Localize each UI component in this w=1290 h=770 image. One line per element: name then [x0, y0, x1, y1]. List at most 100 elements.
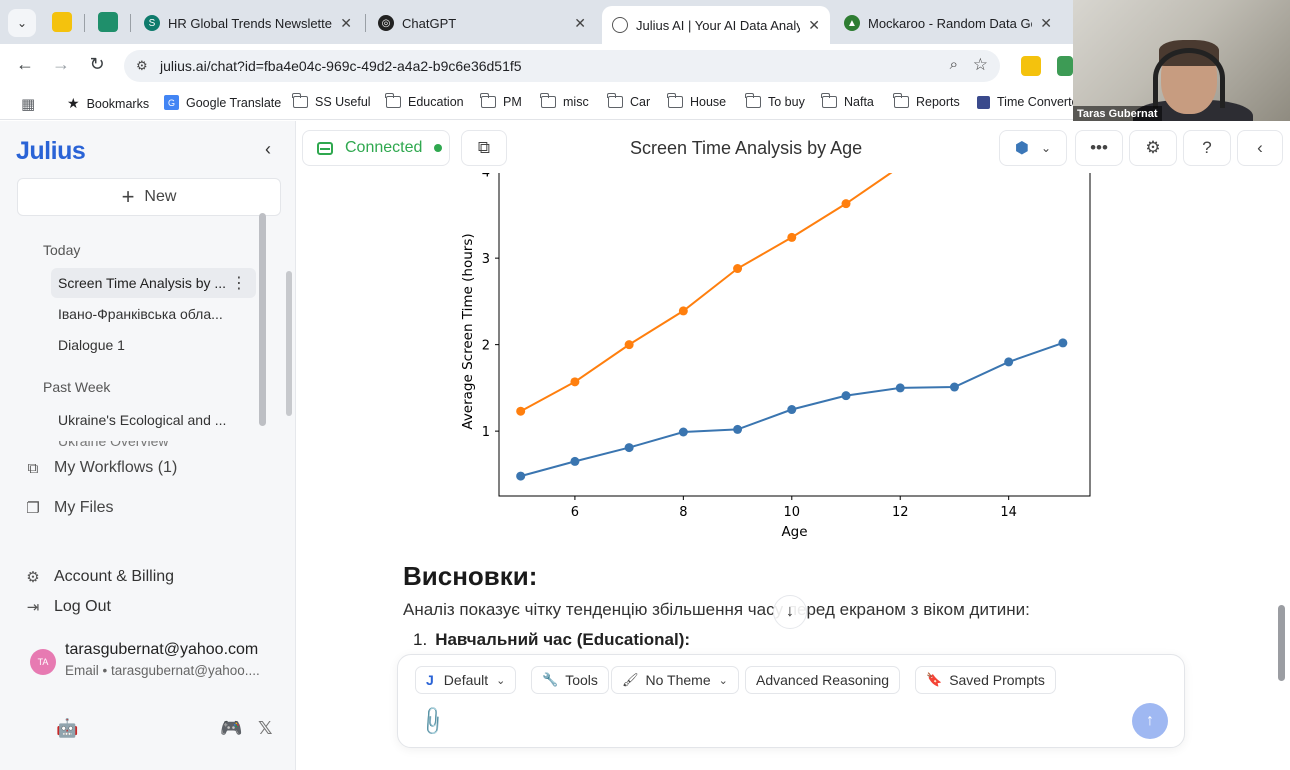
bookmark-star-icon[interactable]: ☆: [973, 55, 988, 75]
tab-julius[interactable]: Julius AI | Your AI Data Analyst ✕: [602, 6, 830, 44]
extension-icon[interactable]: [1057, 56, 1073, 76]
data-point: [516, 406, 526, 416]
language-select[interactable]: ⬢ ⌄: [999, 130, 1067, 166]
advanced-reasoning-toggle[interactable]: Advanced Reasoning: [745, 666, 901, 694]
webcam-overlay: Taras Gubernat: [1073, 0, 1290, 122]
help-chat-icon: ?: [1202, 138, 1212, 157]
x-twitter-icon[interactable]: 𝕏: [258, 718, 273, 739]
extension-keep-icon[interactable]: [1021, 56, 1041, 76]
close-tab-icon[interactable]: ✕: [340, 15, 352, 32]
more-button[interactable]: •••: [1075, 130, 1123, 166]
connection-status-button[interactable]: Connected: [302, 130, 450, 166]
my-workflows-link[interactable]: ⧉ My Workflows (1): [23, 459, 178, 477]
history-item[interactable]: Ukraine's Ecological and ...: [58, 412, 226, 428]
folder-icon: [667, 93, 683, 108]
url-field[interactable]: ⚙ julius.ai/chat?id=fba4e04c-969c-49d2-a…: [124, 50, 1000, 82]
bookmark-folder[interactable]: SS Useful: [292, 93, 371, 109]
logout-icon: ⇥: [26, 599, 40, 616]
bookmark-google-translate[interactable]: G Google Translate: [164, 95, 281, 110]
bookmark-icon: 🔖: [926, 672, 943, 687]
collapse-sidebar-icon[interactable]: ‹: [265, 139, 271, 160]
bookmark-folder[interactable]: To buy: [745, 93, 805, 109]
chevron-left-icon: ‹: [1257, 138, 1263, 157]
theme-select[interactable]: 🖌 No Theme ⌄: [611, 666, 739, 694]
x-tick-label: 8: [679, 505, 687, 520]
bookmark-folder[interactable]: Nafta: [821, 93, 874, 109]
data-point: [624, 340, 634, 350]
bookmark-folder[interactable]: Reports: [893, 93, 960, 109]
model-select[interactable]: J Default ⌄: [415, 666, 517, 694]
data-point: [1058, 338, 1068, 348]
saved-prompts-button[interactable]: 🔖 Saved Prompts: [915, 666, 1056, 694]
my-files-link[interactable]: ❐ My Files: [23, 499, 113, 517]
history-scrollbar[interactable]: [259, 213, 266, 426]
timeconverter-icon: [977, 95, 990, 109]
content-scrollbar[interactable]: [1278, 605, 1285, 681]
copy-button[interactable]: ⧉: [461, 130, 507, 166]
conclusions-heading: Висновки:: [403, 561, 538, 591]
data-point: [787, 232, 797, 242]
julius-logo[interactable]: Julius: [16, 137, 86, 166]
data-point: [733, 424, 743, 434]
bookmark-folder[interactable]: misc: [540, 93, 589, 109]
pinned-tab-keep[interactable]: [52, 12, 72, 32]
chevron-down-icon: ⌄: [496, 674, 506, 687]
site-info-icon[interactable]: ⚙: [136, 58, 148, 74]
history-item-clipped: Ukraine Overview: [58, 441, 228, 447]
bookmark-bookmarks[interactable]: ★ Bookmarks: [67, 95, 149, 112]
folder-icon: [540, 93, 556, 108]
bookmark-folder[interactable]: Car: [607, 93, 650, 109]
collapse-panel-button[interactable]: ‹: [1237, 130, 1283, 166]
folder-icon: [893, 93, 909, 108]
close-tab-icon[interactable]: ✕: [808, 17, 820, 34]
more-options-icon[interactable]: ⋮: [231, 273, 247, 293]
send-button[interactable]: ↑: [1132, 703, 1168, 739]
workflow-icon: ⧉: [27, 459, 39, 477]
y-tick-label: 2: [482, 339, 490, 354]
help-button[interactable]: ?: [1183, 130, 1231, 166]
history-item[interactable]: Івано-Франківська обла...: [58, 306, 223, 322]
y-axis-label: Average Screen Time (hours): [460, 233, 476, 429]
history-item-active[interactable]: Screen Time Analysis by ... ⋮: [51, 268, 256, 298]
data-point: [678, 427, 688, 437]
bookmark-folder[interactable]: House: [667, 93, 726, 109]
logout-link[interactable]: ⇥ Log Out: [23, 598, 111, 616]
avatar: TA: [30, 649, 56, 675]
x-tick-label: 12: [892, 505, 909, 520]
data-point: [949, 382, 959, 392]
x-tick-label: 14: [1000, 505, 1017, 520]
bookmark-folder[interactable]: Education: [385, 93, 464, 109]
scroll-down-button[interactable]: ↓: [773, 595, 807, 629]
settings-button[interactable]: ⚙: [1129, 130, 1177, 166]
tools-button[interactable]: 🔧 Tools: [531, 666, 609, 694]
tab-chatgpt[interactable]: ◎ ChatGPT ✕: [368, 6, 596, 40]
tab-mockaroo[interactable]: ▲ Mockaroo - Random Data Gen ✕: [834, 6, 1062, 40]
brush-icon: 🖌: [622, 672, 639, 687]
ellipsis-icon: •••: [1090, 138, 1108, 157]
data-point: [733, 264, 743, 274]
apps-grid-icon[interactable]: ▦: [21, 95, 35, 113]
account-billing-link[interactable]: ⚙ Account & Billing: [23, 568, 174, 586]
sidebar-scrollbar[interactable]: [286, 271, 292, 416]
new-chat-button[interactable]: + New: [17, 178, 281, 216]
close-tab-icon[interactable]: ✕: [574, 15, 586, 32]
close-tab-icon[interactable]: ✕: [1040, 15, 1052, 32]
bookmark-folder[interactable]: PM: [480, 93, 522, 109]
tab-search-button[interactable]: ⌄: [8, 9, 36, 37]
x-tick-label: 10: [784, 505, 801, 520]
back-icon[interactable]: ←: [13, 54, 37, 75]
reload-icon[interactable]: ↻: [85, 54, 109, 75]
forward-icon[interactable]: →: [49, 54, 73, 75]
attach-file-icon[interactable]: 📎: [415, 704, 450, 739]
discord-icon[interactable]: 🎮: [220, 718, 242, 739]
pinned-tab-sheets[interactable]: [98, 12, 118, 32]
zoom-icon[interactable]: ⌕: [950, 56, 958, 73]
history-item[interactable]: Dialogue 1: [58, 337, 125, 353]
data-point: [787, 405, 797, 415]
julius-favicon-icon: [612, 17, 628, 33]
bookmark-time-converter[interactable]: Time Converte: [977, 95, 1079, 109]
android-icon[interactable]: 🤖: [56, 718, 78, 739]
folder-icon: [480, 93, 496, 108]
tab-hr-newsletter[interactable]: S HR Global Trends Newsletter. N ✕: [134, 6, 362, 40]
chevron-down-icon: ⌄: [1040, 141, 1052, 155]
